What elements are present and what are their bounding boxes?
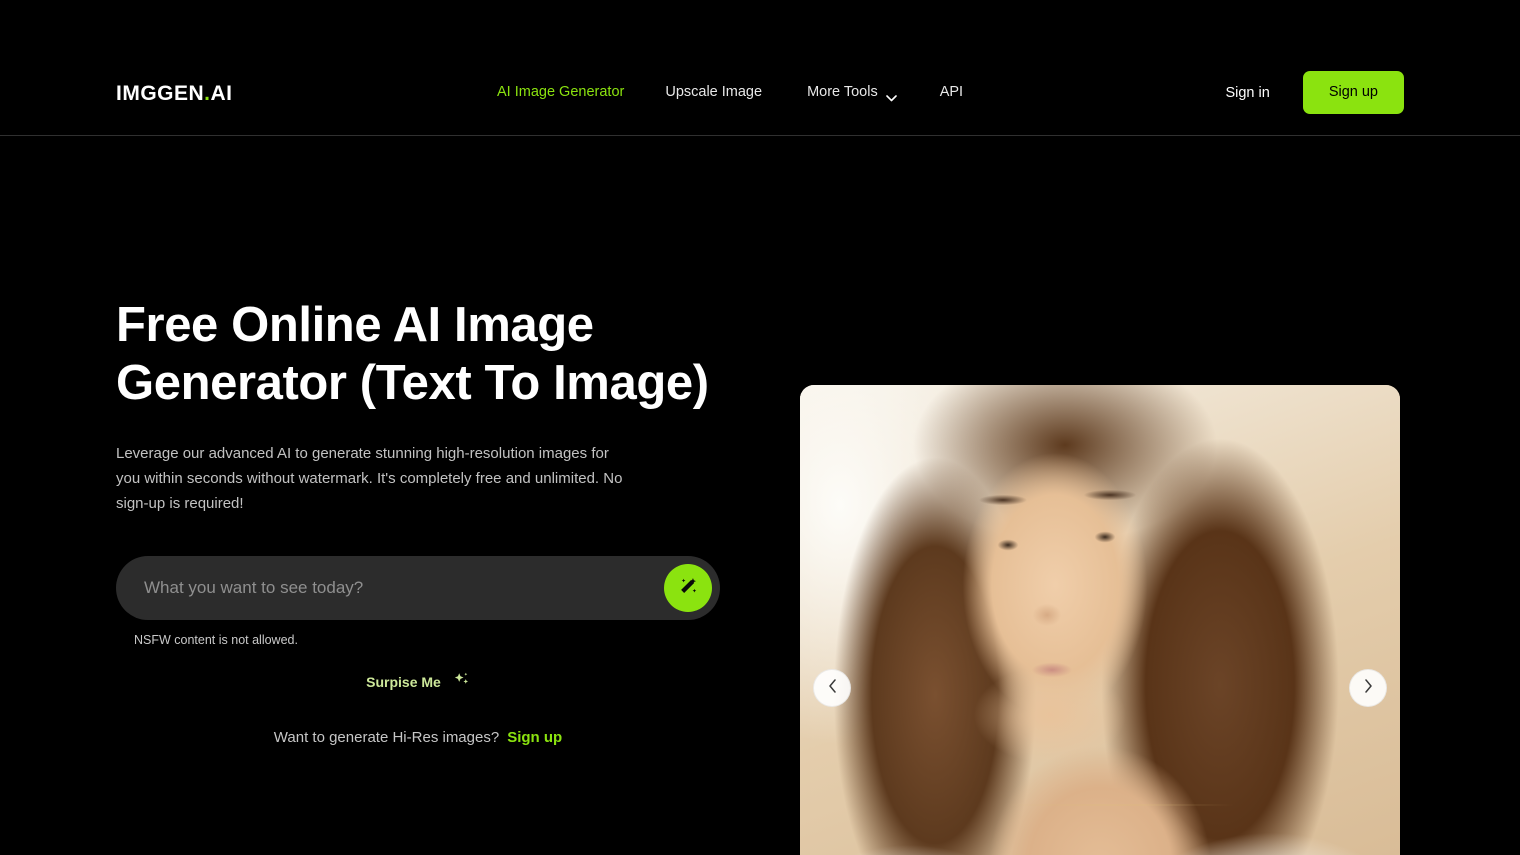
main-content: Free Online AI Image Generator (Text To … [0,136,1520,855]
nav-item-label: AI Image Generator [497,84,625,100]
nav-item-label: API [939,84,964,100]
nsfw-notice: NSFW content is not allowed. [134,633,298,647]
hires-sign-up-link[interactable]: Sign up [507,729,562,746]
chevron-right-icon [1364,678,1373,698]
brand-logo-suffix: AI [210,82,233,105]
hero-subtitle: Leverage our advanced AI to generate stu… [116,445,623,512]
generate-button[interactable] [664,564,712,612]
surprise-me-label: Surpise Me [366,674,441,690]
hires-upsell: Want to generate Hi-Res images? Sign up [116,729,720,746]
nav-item-api[interactable]: API [940,84,963,100]
hero-section: Free Online AI Image Generator (Text To … [116,296,736,746]
page-title: Free Online AI Image Generator (Text To … [116,298,709,410]
carousel-next-button[interactable] [1349,669,1387,707]
nav-item-more-tools[interactable]: More Tools [807,84,897,101]
hires-upsell-text: Want to generate Hi-Res images? [273,729,500,746]
chevron-down-icon [885,90,897,101]
sign-up-button[interactable]: Sign up [1302,71,1404,114]
auth-actions: Sign in Sign up [1225,71,1404,114]
surprise-me-button[interactable]: Surpise Me [116,671,720,693]
carousel-slide-image [800,385,1400,855]
chevron-left-icon [828,678,837,698]
brand-logo-main: IMGGEN [116,82,205,105]
sparkles-icon [453,671,470,693]
nav-item-ai-image-generator[interactable]: AI Image Generator [497,84,624,100]
nav-item-label: Upscale Image [665,84,763,100]
carousel-prev-button[interactable] [813,669,851,707]
sign-in-link[interactable]: Sign in [1225,85,1269,101]
main-navigation: AI Image Generator Upscale Image More To… [497,84,963,101]
site-header: IMGGEN. AI AI Image Generator Upscale Ima… [0,0,1520,136]
prompt-input[interactable] [116,578,720,598]
image-carousel [800,385,1400,855]
nav-item-label: More Tools [807,84,878,100]
magic-wand-icon [677,576,699,601]
nav-item-upscale-image[interactable]: Upscale Image [665,84,762,100]
prompt-input-container [116,556,720,620]
brand-logo[interactable]: IMGGEN. AI [116,82,233,106]
